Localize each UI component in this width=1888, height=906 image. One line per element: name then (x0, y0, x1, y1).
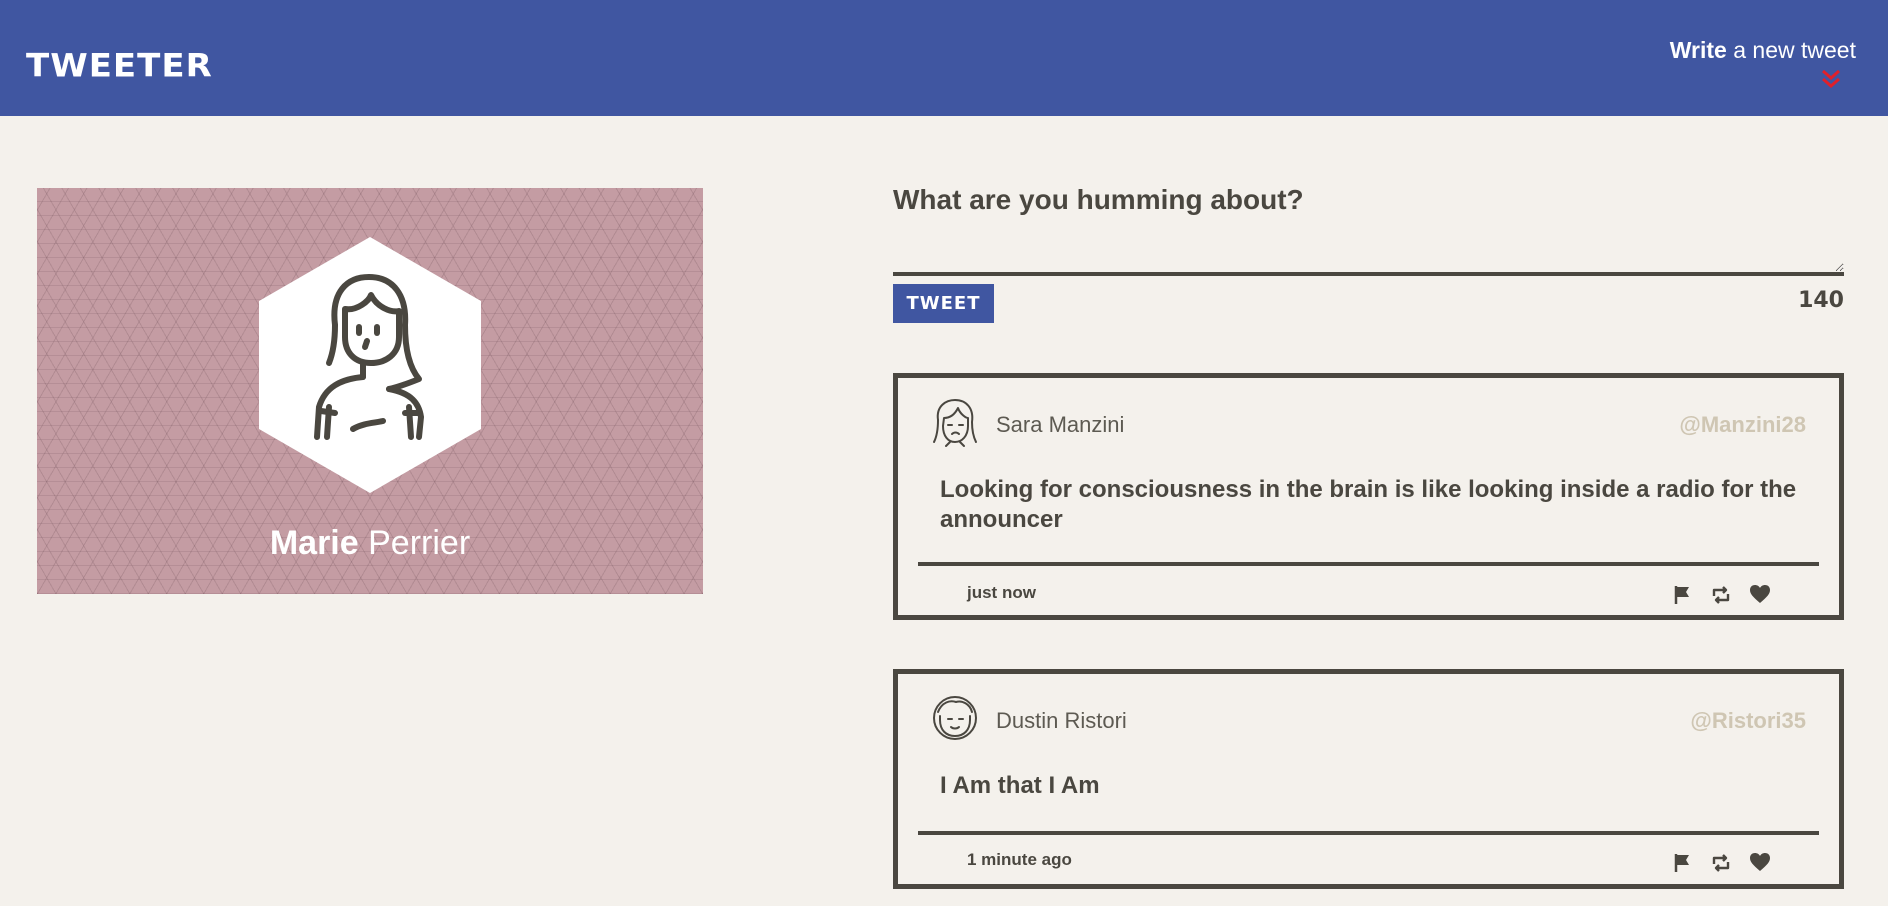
tweet-timestamp: 1 minute ago (967, 850, 1072, 869)
woman-avatar-icon (932, 398, 978, 448)
tweet-author-name[interactable]: Sara Manzini (996, 412, 1124, 438)
tweet-button[interactable]: TWEET (893, 284, 994, 323)
top-nav: TWEETER Write a new tweet (0, 0, 1888, 116)
flag-icon[interactable] (1672, 584, 1694, 606)
tweet-content: Looking for consciousness in the brain i… (940, 476, 1797, 533)
tweet-card: Dustin Ristori @Ristori35 I Am that I Am… (893, 669, 1844, 889)
tweet-author-name[interactable]: Dustin Ristori (996, 708, 1127, 734)
compose-tweet-section: What are you humming about? TWEET 140 (893, 184, 1844, 323)
tweet-actions (1672, 852, 1782, 874)
compose-label: What are you humming about? (893, 184, 1304, 215)
tweet-actions (1672, 584, 1782, 606)
retweet-icon[interactable] (1710, 584, 1732, 606)
write-new-tweet-toggle[interactable]: Write a new tweet (1616, 37, 1856, 97)
profile-last-name: Perrier (358, 524, 471, 562)
tweet-divider (918, 831, 1819, 835)
brand-logo[interactable]: TWEETER (26, 47, 213, 85)
profile-first-name: Marie (269, 524, 359, 562)
write-new-tweet-label[interactable]: Write a new tweet (1616, 37, 1856, 64)
heart-icon[interactable] (1749, 852, 1771, 874)
retweet-icon[interactable] (1710, 852, 1732, 874)
woman-avatar-icon (259, 237, 481, 493)
character-counter: 140 (1798, 288, 1844, 313)
tweet-author-handle[interactable]: @Manzini28 (1679, 412, 1806, 438)
flag-icon[interactable] (1672, 852, 1694, 874)
tweet-divider (918, 562, 1819, 566)
write-label-bold: Write (1669, 37, 1727, 63)
heart-icon[interactable] (1749, 584, 1771, 606)
tweet-timestamp: just now (967, 583, 1036, 602)
tweet-card: Sara Manzini @Manzini28 Looking for cons… (893, 373, 1844, 620)
tweet-text-input[interactable] (893, 224, 1844, 276)
profile-name: Marie Perrier (37, 524, 703, 563)
profile-card: Marie Perrier (37, 188, 703, 594)
double-chevron-down-icon[interactable] (1820, 68, 1842, 90)
man-avatar-icon (932, 694, 978, 744)
tweet-author-handle[interactable]: @Ristori35 (1690, 708, 1806, 734)
tweet-content: I Am that I Am (940, 772, 1100, 799)
profile-avatar (259, 237, 481, 493)
write-label-rest: a new tweet (1726, 37, 1856, 63)
